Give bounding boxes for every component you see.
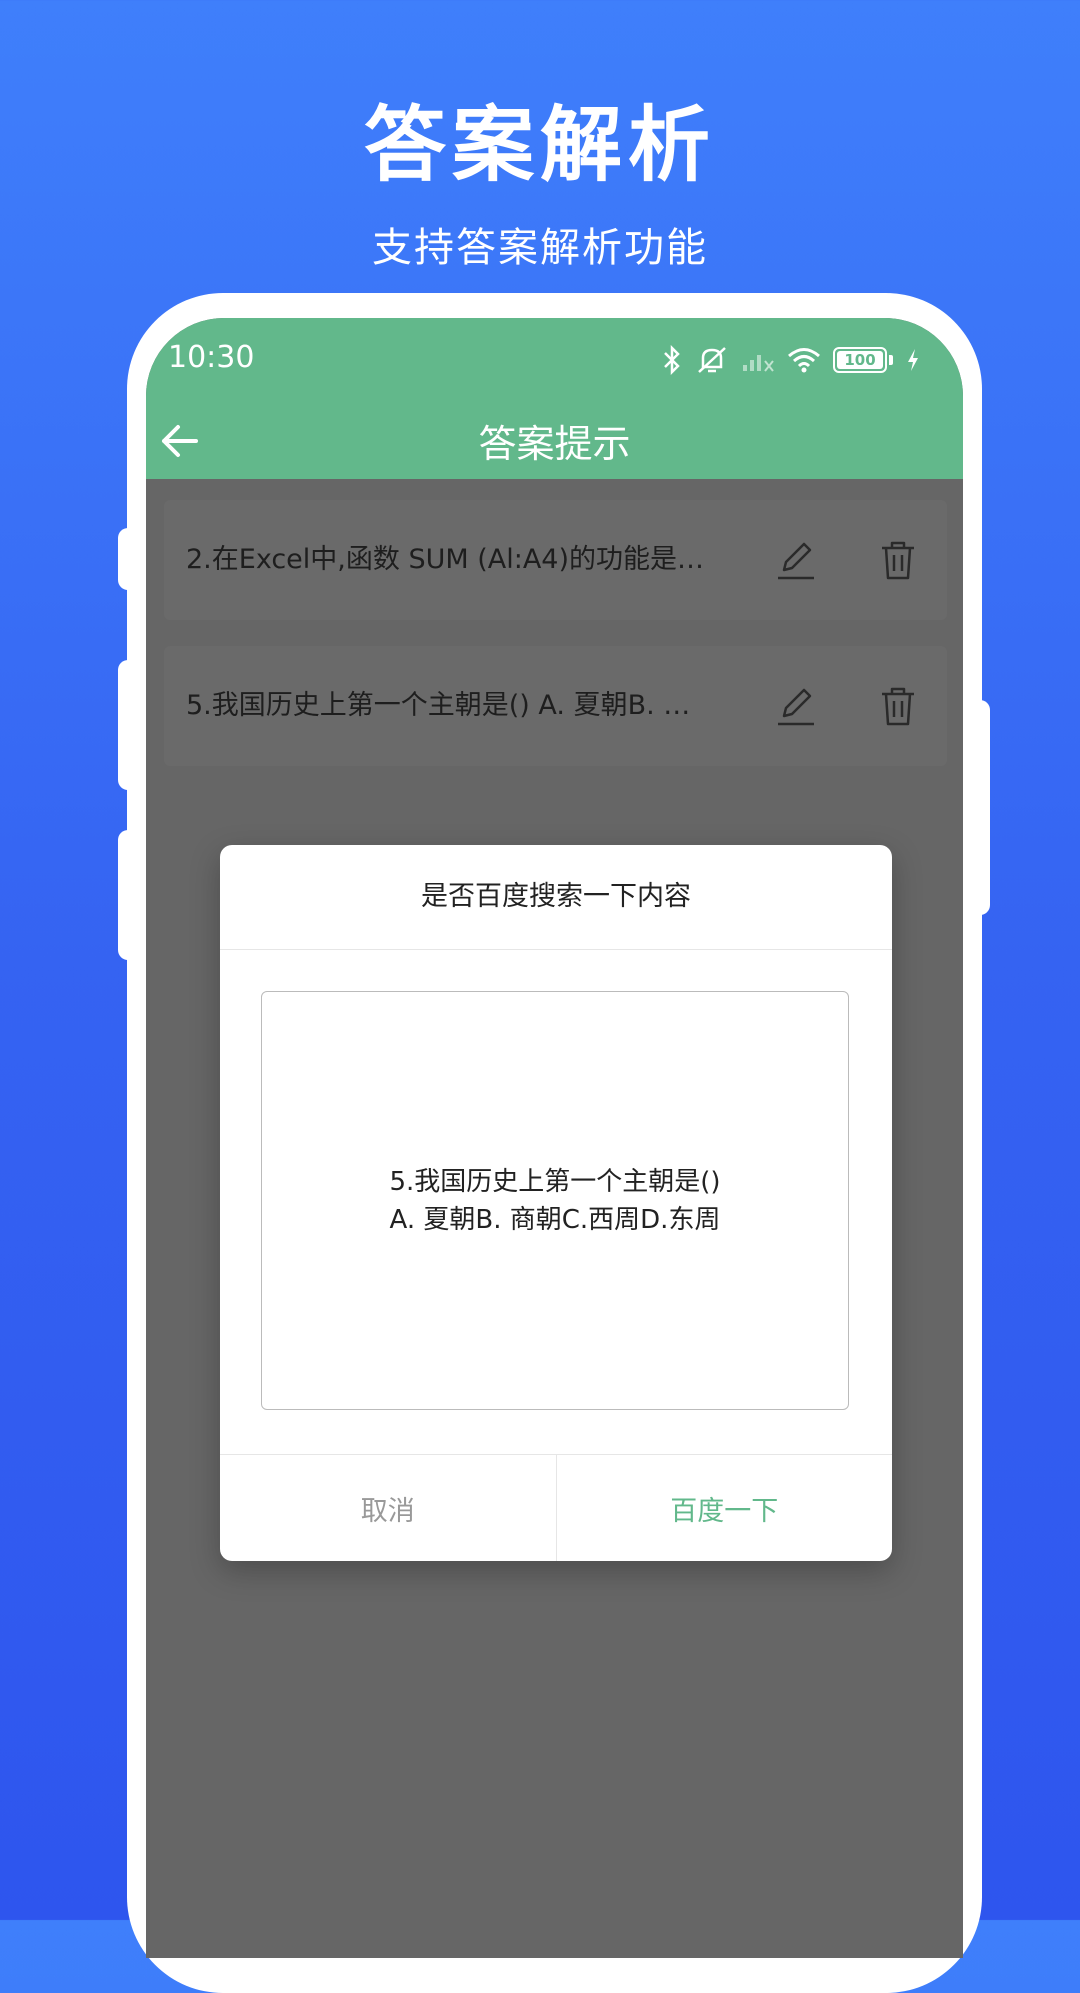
list-item[interactable]: 5.我国历史上第一个主朝是() A. 夏朝B. 商... bbox=[164, 646, 947, 766]
dialog-actions: 取消 百度一下 bbox=[220, 1454, 892, 1561]
search-dialog: 是否百度搜索一下内容 5.我国历史上第一个主朝是() A. 夏朝B. 商朝C.西… bbox=[220, 845, 892, 1561]
list-item[interactable]: 2.在Excel中,函数 SUM (Al:A4)的功能是()... bbox=[164, 500, 947, 620]
edit-icon[interactable] bbox=[774, 538, 818, 582]
bluetooth-icon bbox=[664, 345, 680, 375]
battery-level: 100 bbox=[844, 351, 876, 369]
phone-side-button bbox=[968, 700, 990, 915]
phone-side-button bbox=[118, 528, 138, 590]
status-icons: 100 bbox=[661, 342, 921, 378]
phone-side-button bbox=[118, 660, 138, 790]
baidu-search-button[interactable]: 百度一下 bbox=[557, 1455, 893, 1561]
status-time: 10:30 bbox=[168, 340, 255, 375]
dialog-content-line: A. 夏朝B. 商朝C.西周D.东周 bbox=[389, 1204, 721, 1235]
signal-icon bbox=[743, 355, 774, 372]
question-text: 2.在Excel中,函数 SUM (Al:A4)的功能是()... bbox=[186, 544, 706, 575]
app-bar: 10:30 100 答案提示 bbox=[146, 318, 963, 479]
dialog-content-line: 5.我国历史上第一个主朝是() bbox=[389, 1166, 721, 1197]
question-text: 5.我国历史上第一个主朝是() A. 夏朝B. 商... bbox=[186, 690, 706, 721]
trash-icon[interactable] bbox=[876, 538, 920, 582]
charging-icon bbox=[908, 349, 918, 371]
page-title: 答案提示 bbox=[478, 422, 631, 466]
dialog-title: 是否百度搜索一下内容 bbox=[220, 845, 892, 950]
battery-icon: 100 bbox=[833, 347, 887, 373]
cancel-button[interactable]: 取消 bbox=[220, 1455, 557, 1561]
wifi-icon bbox=[788, 348, 820, 373]
mute-icon bbox=[698, 347, 726, 373]
phone-side-button bbox=[118, 830, 138, 960]
dialog-content-box[interactable]: 5.我国历史上第一个主朝是() A. 夏朝B. 商朝C.西周D.东周 bbox=[261, 991, 849, 1410]
edit-icon[interactable] bbox=[774, 684, 818, 728]
trash-icon[interactable] bbox=[876, 684, 920, 728]
promo-subtitle: 支持答案解析功能 bbox=[372, 225, 708, 271]
promo-title: 答案解析 bbox=[363, 98, 716, 193]
phone-screen: 10:30 100 答案提示 2.在Excel中,函数 SUM (Al:A4)的… bbox=[146, 318, 963, 1958]
